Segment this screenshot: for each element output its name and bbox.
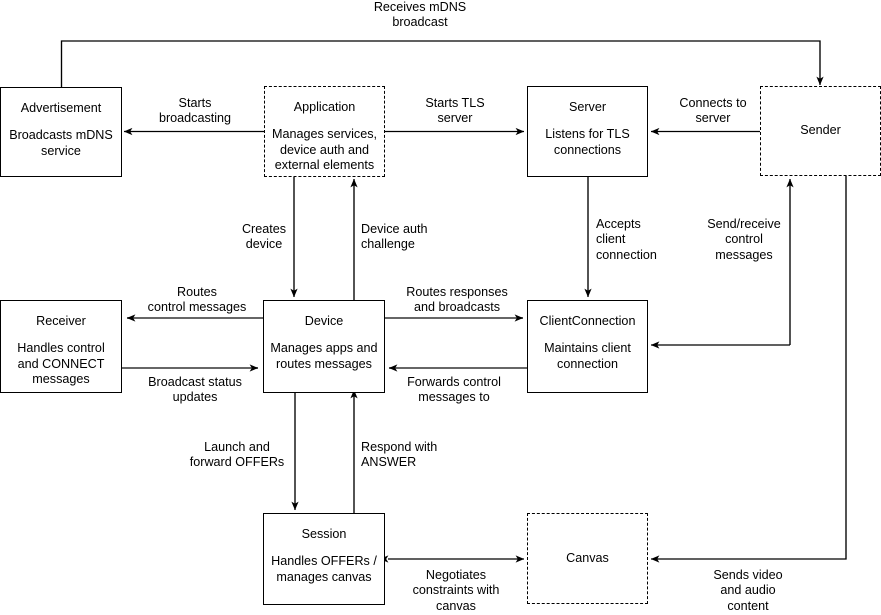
node-server[interactable]: Server Listens for TLS connections [527,86,648,177]
edge-label-accepts-client-connection: Accepts client connection [596,217,657,262]
edge-label-receives-mdns-broadcast: Receives mDNS broadcast [373,0,467,30]
edge-label-starts-broadcasting: Starts broadcasting [158,96,232,126]
edge-label-connects-to-server: Connects to server [679,96,747,126]
node-clientconnection-title: ClientConnection [539,314,636,328]
node-canvas-title: Canvas [566,550,609,565]
node-clientconnection-subtitle: Maintains client connection [544,341,631,371]
node-application[interactable]: Application Manages services, device aut… [264,86,385,177]
node-device-title: Device [304,314,344,328]
edge-label-sends-video-and-audio-content: Sends video and audio content [713,568,783,613]
node-application-subtitle: Manages services, device auth and extern… [272,127,377,173]
edge-label-send-receive-control-messages: Send/receive control messages [707,217,781,262]
node-application-title: Application [293,100,356,114]
node-advertisement-subtitle: Broadcasts mDNS service [9,128,113,158]
edge-label-respond-with-answer: Respond with ANSWER [361,440,438,470]
edge-label-routes-control-messages: Routes control messages [147,285,247,315]
edge-label-negotiates-constraints-with-canvas: Negotiates constraints with canvas [412,568,500,613]
edge-label-creates-device: Creates device [241,222,287,252]
node-server-title: Server [568,100,607,114]
node-device-subtitle: Manages apps and routes messages [270,341,378,371]
node-sender[interactable]: Sender [760,86,881,176]
edge-label-launch-and-forward-offers: Launch and forward OFFERs [189,440,285,470]
node-sender-title: Sender [800,123,841,138]
edge-receives-mdns-broadcast [60,40,824,87]
node-advertisement-title: Advertisement [20,101,102,115]
edge-label-broadcast-status-updates: Broadcast status updates [148,375,242,405]
node-session[interactable]: Session Handles OFFERs / manages canvas [263,513,385,605]
node-session-title: Session [301,527,347,541]
edge-label-forwards-control-messages-to: Forwards control messages to [407,375,501,405]
node-device[interactable]: Device Manages apps and routes messages [263,300,385,393]
node-clientconnection[interactable]: ClientConnection Maintains client connec… [527,300,648,393]
edge-label-routes-responses-and-broadcasts: Routes responses and broadcasts [406,285,508,315]
node-canvas[interactable]: Canvas [527,513,648,604]
node-server-subtitle: Listens for TLS connections [545,127,630,157]
node-session-subtitle: Handles OFFERs / manages canvas [271,554,377,584]
node-advertisement[interactable]: Advertisement Broadcasts mDNS service [0,87,122,177]
node-receiver[interactable]: Receiver Handles control and CONNECT mes… [0,300,122,393]
node-receiver-title: Receiver [36,314,86,328]
edge-label-starts-tls-server: Starts TLS server [425,96,485,126]
edge-label-device-auth-challenge: Device auth challenge [361,222,428,252]
node-receiver-subtitle: Handles control and CONNECT messages [17,341,105,387]
diagram-canvas: Advertisement Broadcasts mDNS service Ap… [0,0,881,615]
